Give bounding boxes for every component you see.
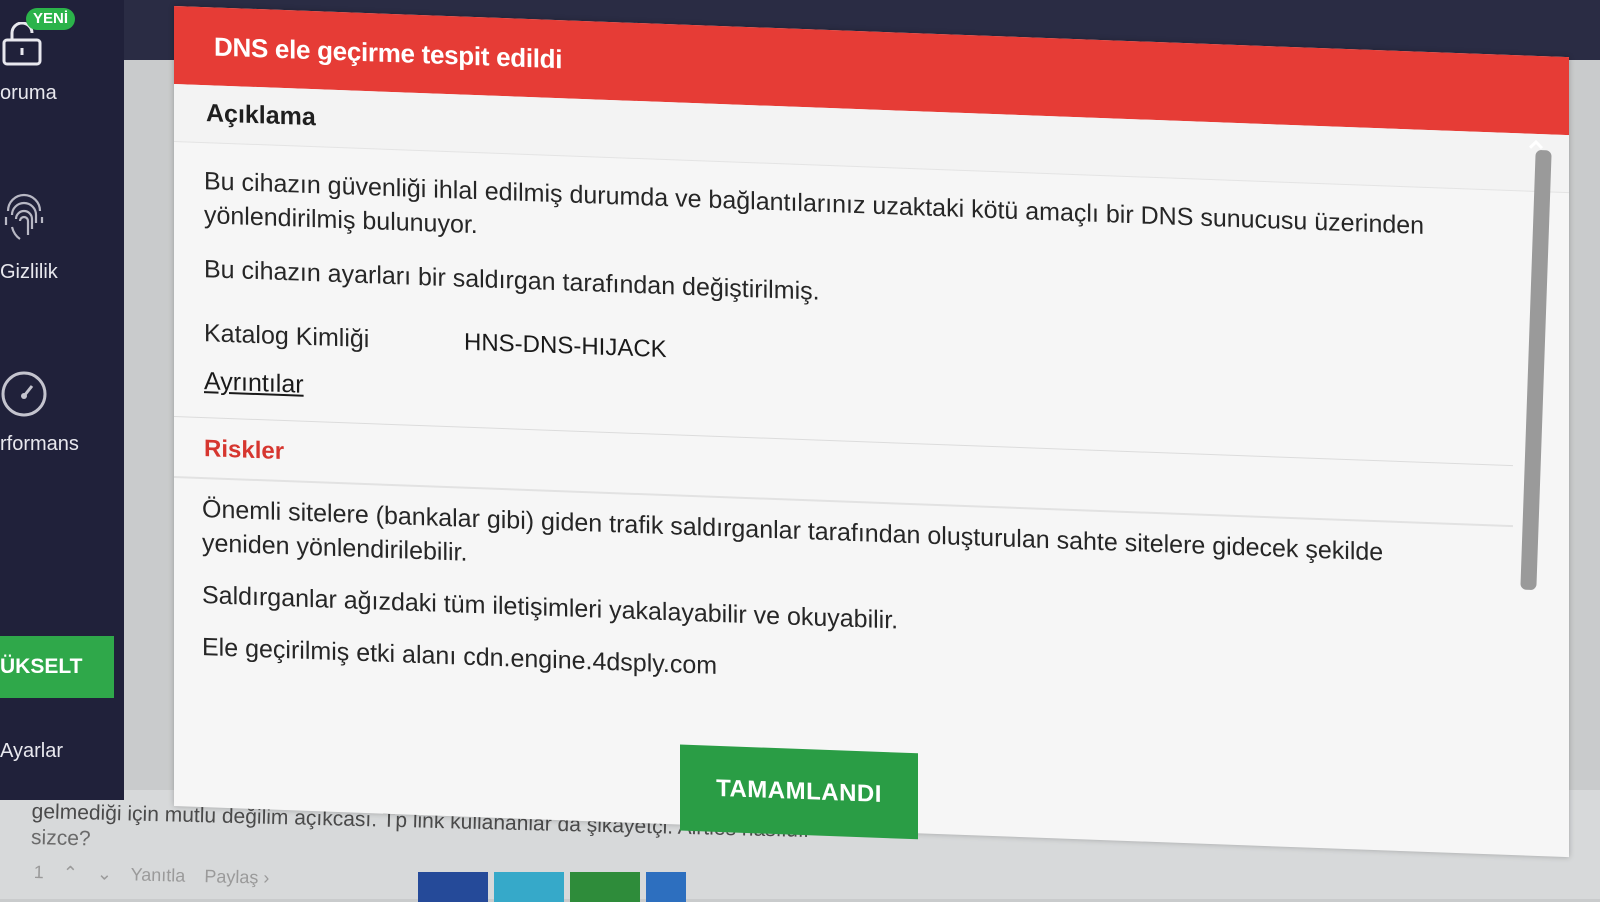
sidebar-item-protection[interactable]: YENİ oruma	[0, 0, 124, 110]
sidebar: YENİ oruma Gizlilik rformans ÜKSELT Ayar…	[0, 0, 124, 800]
sidebar-item-performance[interactable]: rformans	[0, 365, 124, 475]
description-line: yönlendirilmiş bulunuyor.	[204, 201, 478, 240]
speedometer-icon	[1, 371, 47, 417]
twitter-share-tile[interactable]	[494, 872, 564, 902]
sidebar-item-label: oruma	[0, 82, 57, 104]
share-link[interactable]: Paylaş ›	[204, 866, 270, 888]
new-badge: YENİ	[26, 8, 76, 30]
catalog-id-label: Katalog Kimliği	[204, 319, 370, 354]
sidebar-item-settings[interactable]: Ayarlar	[0, 740, 124, 780]
reply-link[interactable]: Yanıtla	[130, 864, 185, 885]
email-share-tile[interactable]	[646, 872, 686, 902]
description-line: Bu cihazın ayarları bir saldırgan tarafı…	[204, 255, 820, 306]
fingerprint-icon	[4, 193, 44, 240]
facebook-share-tile[interactable]	[418, 872, 488, 902]
section-divider	[174, 416, 1514, 467]
sidebar-item-label: Ayarlar	[0, 740, 63, 762]
alert-dialog: DNS ele geçirme tespit edildi Açıklama B…	[174, 6, 1569, 858]
risk-line: Saldırganlar ağızdaki tüm iletişimleri y…	[202, 581, 899, 635]
whatsapp-share-tile[interactable]	[570, 872, 640, 902]
sidebar-item-privacy[interactable]: Gizlilik	[0, 185, 124, 295]
dialog-title: DNS ele geçirme tespit edildi	[214, 31, 563, 75]
risk-line: Ele geçirilmiş etki alanı cdn.engine.4ds…	[202, 633, 718, 680]
upgrade-button[interactable]: ÜKSELT	[0, 636, 114, 698]
downvote-icon[interactable]: ⌄	[97, 864, 113, 884]
details-link[interactable]: Ayrıntılar	[204, 367, 304, 400]
risks-title: Riskler	[204, 435, 285, 466]
sidebar-item-label: rformans	[0, 433, 79, 455]
done-button[interactable]: TAMAMLANDI	[680, 744, 918, 840]
sidebar-item-label: Gizlilik	[0, 261, 58, 283]
section-title: Açıklama	[206, 99, 316, 132]
vote-count: 1	[33, 862, 45, 883]
upvote-icon[interactable]: ⌃	[63, 863, 79, 883]
risk-line: yeniden yönlendirilebilir.	[202, 529, 468, 567]
catalog-id-value: HNS-DNS-HIJACK	[464, 328, 667, 364]
